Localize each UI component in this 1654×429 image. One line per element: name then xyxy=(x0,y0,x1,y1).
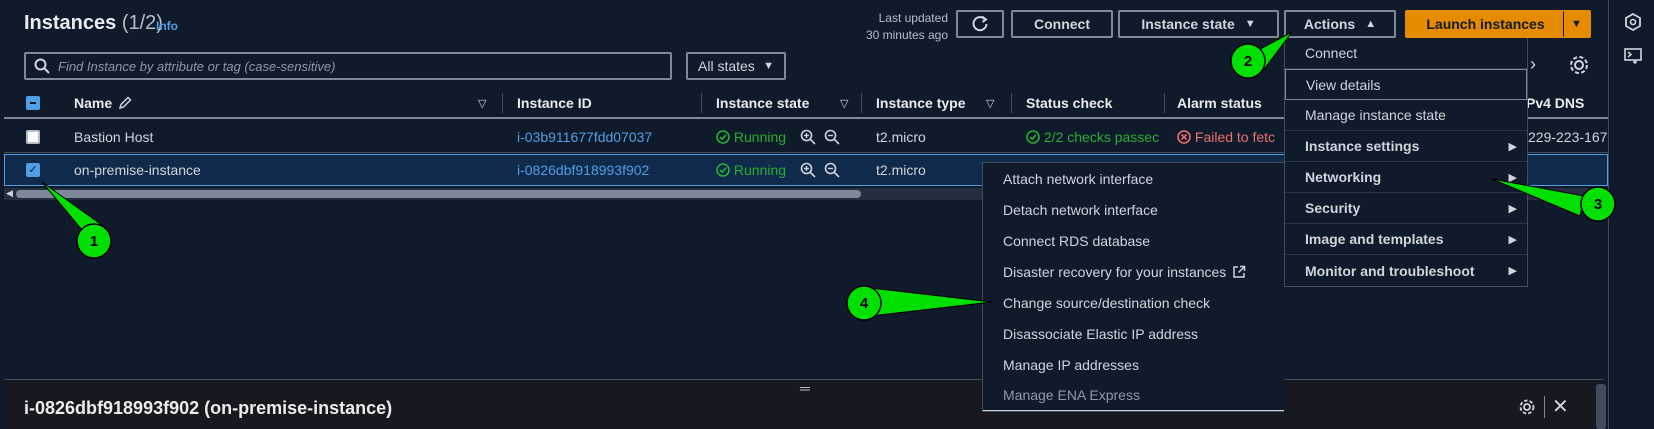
submenu-arrow-icon: ▶ xyxy=(1508,233,1517,246)
last-updated: Last updated 30 minutes ago xyxy=(865,11,948,42)
check-circle-icon xyxy=(716,130,730,144)
menu-item-instance-settings[interactable]: Instance settings ▶ xyxy=(1285,131,1527,162)
submenu-item-detach-network-interface[interactable]: Detach network interface xyxy=(983,194,1284,225)
column-divider xyxy=(502,93,503,113)
submenu-item-disassociate-elastic-ip[interactable]: Disassociate Elastic IP address xyxy=(983,318,1284,349)
menu-item-view-details[interactable]: View details xyxy=(1285,69,1527,100)
next-page-icon[interactable]: › xyxy=(1530,54,1536,75)
instance-state-badge: Running xyxy=(716,162,786,178)
actions-dropdown-menu: Connect View details Manage instance sta… xyxy=(1284,38,1528,287)
edit-icon xyxy=(118,96,132,110)
submenu-item-manage-ip-addresses[interactable]: Manage IP addresses xyxy=(983,349,1284,380)
menu-item-connect[interactable]: Connect xyxy=(1285,38,1527,69)
column-header-public-dns[interactable]: Pv4 DNS xyxy=(1526,95,1584,111)
column-header-instance-type[interactable]: Instance type xyxy=(876,95,965,111)
help-panel-icon[interactable] xyxy=(1623,12,1643,32)
vertical-scrollbar[interactable] xyxy=(1596,384,1606,429)
caret-up-icon: ▲ xyxy=(1365,18,1377,30)
launch-dropdown-button[interactable]: ▼ xyxy=(1563,10,1591,38)
divider xyxy=(1544,396,1545,418)
refresh-icon xyxy=(972,15,988,32)
sort-caret-icon[interactable]: ▽ xyxy=(840,97,848,110)
column-divider xyxy=(1164,93,1165,113)
zoom-in-icon[interactable] xyxy=(800,162,816,178)
menu-item-image-and-templates[interactable]: Image and templates ▶ xyxy=(1285,224,1527,255)
zoom-out-icon[interactable] xyxy=(824,129,840,145)
gear-icon[interactable] xyxy=(1518,398,1536,416)
instance-id-link[interactable]: i-0826dbf918993f902 xyxy=(517,162,649,178)
info-link[interactable]: Info xyxy=(156,19,178,33)
launch-instances-button[interactable]: Launch instances xyxy=(1405,10,1566,38)
panel-resize-handle[interactable]: ═ xyxy=(800,380,810,396)
row-checkbox[interactable] xyxy=(26,130,40,144)
close-icon[interactable]: ✕ xyxy=(1552,394,1569,419)
submenu-arrow-icon: ▶ xyxy=(1508,265,1517,277)
sort-caret-icon[interactable]: ▽ xyxy=(478,97,486,110)
page-title: Instances (1/2) xyxy=(24,12,163,34)
instance-name: on-premise-instance xyxy=(74,162,201,178)
instances-page: Instances (1/2) Info Last updated 30 min… xyxy=(0,0,1608,429)
check-circle-icon xyxy=(1026,130,1040,144)
select-all-checkbox[interactable] xyxy=(26,96,40,110)
right-side-rail xyxy=(1608,0,1654,429)
search-input[interactable] xyxy=(58,58,638,74)
submenu-item-manage-ena-express: Manage ENA Express xyxy=(983,380,1284,411)
column-header-name[interactable]: Name xyxy=(74,95,112,111)
cloudshell-icon[interactable] xyxy=(1623,46,1643,66)
submenu-arrow-icon: ▶ xyxy=(1508,202,1517,215)
error-circle-icon xyxy=(1177,130,1191,144)
menu-item-monitor-and-troubleshoot[interactable]: Monitor and troubleshoot ▶ xyxy=(1285,255,1527,286)
row-checkbox[interactable]: ✓ xyxy=(26,163,40,177)
zoom-in-icon[interactable] xyxy=(800,129,816,145)
menu-item-networking[interactable]: Networking ▶ xyxy=(1285,162,1527,193)
menu-item-manage-instance-state[interactable]: Manage instance state xyxy=(1285,100,1527,131)
submenu-arrow-icon: ▶ xyxy=(1508,171,1517,184)
instance-type: t2.micro xyxy=(876,129,926,145)
submenu-item-change-source-destination-check[interactable]: Change source/destination check xyxy=(983,287,1284,318)
table-settings-icon[interactable] xyxy=(1568,54,1590,76)
zoom-out-icon[interactable] xyxy=(824,162,840,178)
column-header-status-check[interactable]: Status check xyxy=(1026,95,1112,111)
column-header-instance-id[interactable]: Instance ID xyxy=(517,95,592,111)
public-dns: 229-223-167 xyxy=(1528,129,1608,145)
instance-state-badge: Running xyxy=(716,129,786,145)
caret-down-icon: ▼ xyxy=(763,60,774,72)
submenu-arrow-icon: ▶ xyxy=(1508,140,1517,153)
external-link-icon xyxy=(1233,265,1246,278)
instance-id-link[interactable]: i-03b911677fdd07037 xyxy=(517,129,652,145)
menu-item-security[interactable]: Security ▶ xyxy=(1285,193,1527,224)
networking-submenu: Attach network interface Detach network … xyxy=(982,162,1284,412)
scrollbar-thumb[interactable] xyxy=(16,190,861,198)
column-divider xyxy=(861,93,862,113)
submenu-item-disaster-recovery[interactable]: Disaster recovery for your instances xyxy=(983,256,1284,287)
refresh-button[interactable] xyxy=(956,10,1004,38)
column-divider xyxy=(1011,93,1012,113)
column-header-instance-state[interactable]: Instance state xyxy=(716,95,809,111)
instance-state-button[interactable]: Instance state ▼ xyxy=(1118,10,1279,38)
instance-type: t2.micro xyxy=(876,162,926,178)
connect-button[interactable]: Connect xyxy=(1011,10,1113,38)
caret-down-icon: ▼ xyxy=(1244,18,1256,30)
states-filter-select[interactable]: All states ▼ xyxy=(686,52,786,80)
submenu-item-attach-network-interface[interactable]: Attach network interface xyxy=(983,163,1284,194)
alarm-status: Failed to fetc xyxy=(1177,129,1275,145)
check-circle-icon xyxy=(716,163,730,177)
actions-button[interactable]: Actions ▲ xyxy=(1284,10,1396,38)
search-icon xyxy=(34,58,50,74)
details-panel-title: i-0826dbf918993f902 (on-premise-instance… xyxy=(24,398,393,418)
caret-down-icon: ▼ xyxy=(1571,18,1582,30)
column-header-alarm-status[interactable]: Alarm status xyxy=(1177,95,1262,111)
search-box[interactable] xyxy=(24,52,672,80)
status-check: 2/2 checks passec xyxy=(1026,129,1159,145)
scroll-left-icon[interactable]: ◀ xyxy=(6,188,13,199)
column-divider xyxy=(701,93,702,113)
submenu-item-connect-rds-database[interactable]: Connect RDS database xyxy=(983,225,1284,256)
sort-caret-icon[interactable]: ▽ xyxy=(986,97,994,110)
instance-name: Bastion Host xyxy=(74,129,154,145)
